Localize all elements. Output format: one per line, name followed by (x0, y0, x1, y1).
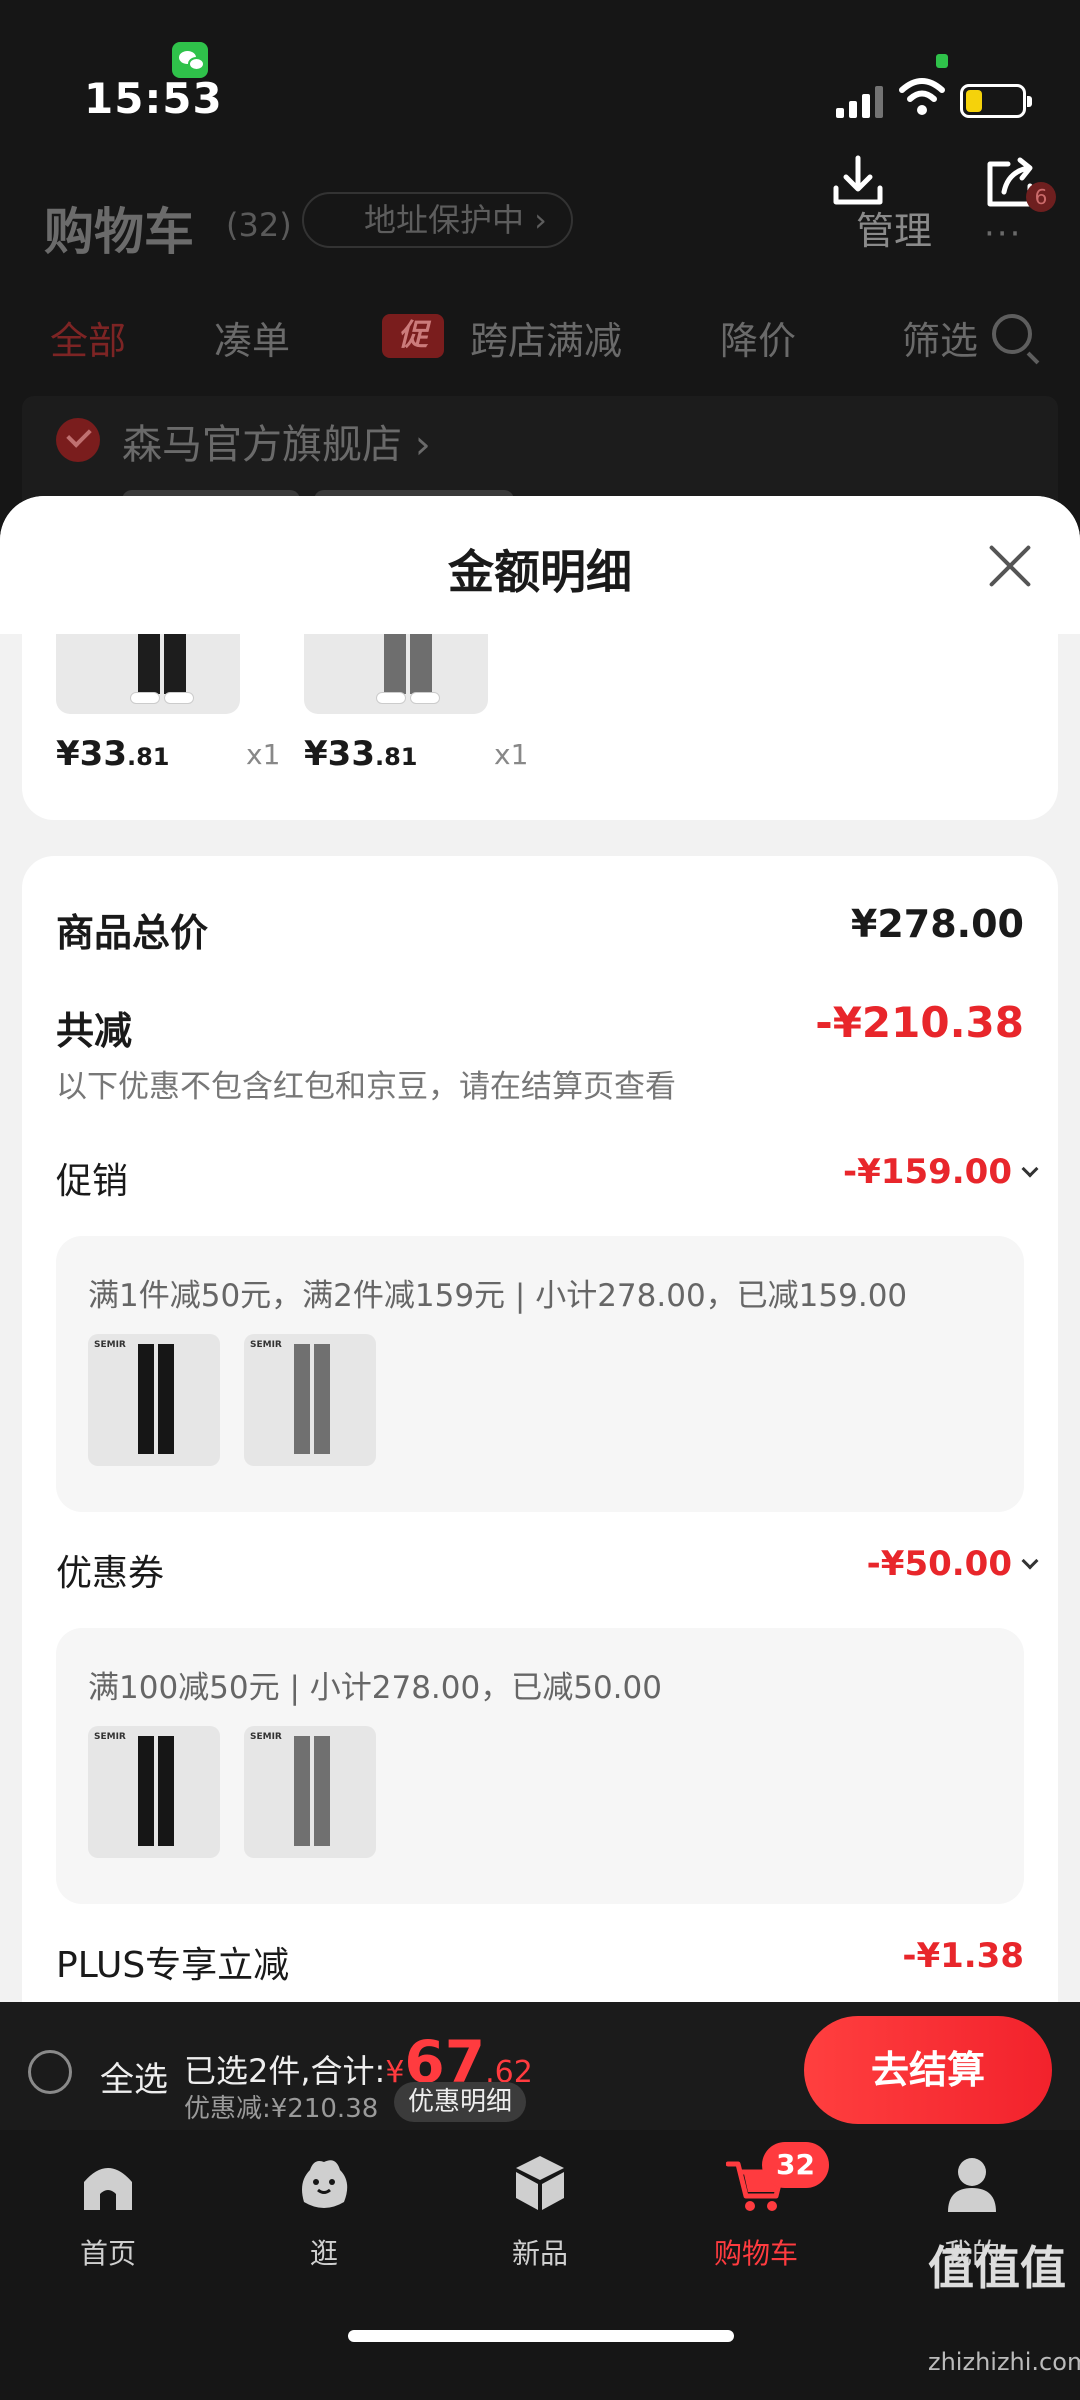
product-thumb: SEMIR (88, 1334, 220, 1466)
chevron-down-icon (1021, 1552, 1039, 1570)
coupon-detail-box: 满100减50元 | 小计278.00，已减50.00 SEMIR SEMIR (56, 1628, 1024, 1904)
coupon-label: 优惠券 (56, 1553, 165, 1594)
clock: 15:53 (84, 74, 223, 123)
product-list-card: ¥33.81 x1 ¥33.81 x1 (22, 634, 1058, 820)
product-image (304, 634, 488, 714)
total-price-value: ¥278.00 (850, 902, 1024, 946)
stroll-icon (302, 2160, 348, 2208)
total-reduction-label: 共减 (56, 1009, 133, 1053)
battery-icon (960, 84, 1032, 118)
product-thumb: SEMIR (244, 1334, 376, 1466)
tab-new[interactable]: 新品 (460, 2152, 620, 2272)
store-check-icon[interactable] (56, 418, 100, 462)
product-thumb: SEMIR (244, 1726, 376, 1858)
tab-price-drop[interactable]: 降价 (720, 310, 796, 365)
cart-count-badge: 32 (762, 2142, 829, 2188)
product-qty: x1 (246, 738, 281, 771)
promotion-value: -¥159.00 (843, 1152, 1012, 1192)
promotion-label: 促销 (56, 1161, 129, 1202)
search-icon[interactable] (992, 314, 1032, 354)
promotion-toggle[interactable]: -¥159.00 (843, 1152, 1039, 1192)
more-icon[interactable]: ··· (984, 214, 1022, 254)
checkout-button[interactable]: 去结算 (804, 2016, 1052, 2124)
more-badge: 6 (1026, 182, 1056, 212)
product-qty: x1 (494, 738, 529, 771)
watermark-url: zhizhizhi.com (928, 2348, 1080, 2376)
discount-summary: 优惠减:¥210.38 (184, 2094, 379, 2124)
select-all-label[interactable]: 全选 (100, 2052, 168, 2101)
tab-bundle[interactable]: 凑单 (214, 310, 290, 365)
product-price: ¥33.81 (56, 734, 170, 774)
wifi-icon (899, 78, 945, 115)
status-bar: 15:53 (0, 0, 1080, 150)
tab-all[interactable]: 全部 (50, 310, 126, 365)
profile-icon (948, 2158, 996, 2212)
cart-title: 购物车 (44, 203, 194, 261)
promo-tag: 促 (382, 314, 444, 358)
signal-icon (836, 86, 884, 118)
sheet-title: 金额明细 (448, 545, 632, 599)
total-price-label: 商品总价 (56, 911, 209, 955)
wechat-icon (172, 42, 208, 78)
tab-home[interactable]: 首页 (28, 2152, 188, 2272)
chevron-down-icon (1021, 1160, 1039, 1178)
tab-label: 购物车 (713, 2237, 798, 2270)
tab-stroll[interactable]: 逛 (244, 2152, 404, 2272)
tab-label: 逛 (309, 2237, 338, 2270)
home-icon (84, 2168, 132, 2210)
sheet-header: 金额明细 (0, 496, 1080, 634)
store-name[interactable]: 森马官方旗舰店 › (122, 412, 431, 470)
cart-filter-tabs: 全部 凑单 促 跨店满减 降价 筛选 (0, 310, 1080, 370)
plus-discount-label: PLUS专享立减 (56, 1945, 290, 1986)
promotion-desc: 满1件减50元，满2件减159元 | 小计278.00，已减159.00 (88, 1278, 908, 1314)
cube-icon (516, 2156, 564, 2210)
coupon-desc: 满100减50元 | 小计278.00，已减50.00 (88, 1670, 662, 1706)
tab-cross-store[interactable]: 跨店满减 (470, 310, 622, 365)
watermark-logo: 值值值 (928, 2241, 1066, 2295)
product-price: ¥33.81 (304, 734, 418, 774)
cart-count: (32) (226, 206, 292, 244)
tab-label: 新品 (511, 2237, 568, 2270)
coupon-value: -¥50.00 (866, 1544, 1012, 1584)
home-indicator[interactable] (348, 2330, 734, 2342)
select-all-checkbox[interactable] (28, 2050, 72, 2094)
privacy-indicator (936, 54, 948, 68)
price-breakdown-card: 商品总价 ¥278.00 共减 -¥210.38 以下优惠不包含红包和京豆，请在… (22, 856, 1058, 2002)
total-reduction-value: -¥210.38 (815, 998, 1024, 1047)
tab-label: 首页 (79, 2237, 136, 2270)
close-icon[interactable] (986, 542, 1034, 590)
checkout-bar: 全选 已选2件,合计:¥67.62 优惠减:¥210.38 优惠明细 去结算 (0, 2002, 1080, 2130)
reduction-hint: 以下优惠不包含红包和京豆，请在结算页查看 (56, 1069, 676, 1105)
discount-detail-button[interactable]: 优惠明细 (394, 2082, 527, 2122)
product-image (56, 634, 240, 714)
product-thumb: SEMIR (88, 1726, 220, 1858)
coupon-toggle[interactable]: -¥50.00 (866, 1544, 1039, 1584)
manage-button[interactable]: 管理 (856, 200, 932, 255)
tab-filter[interactable]: 筛选 (902, 310, 978, 365)
screen: 15:53 购物车 (32) 地址保护中 › 管理 ··· 6 全部 凑单 促 … (0, 0, 1080, 2400)
amount-detail-sheet: 金额明细 ¥33.81 x1 ¥33.81 x1 商品总价 ¥278.00 共减… (0, 496, 1080, 2002)
plus-discount-value: -¥1.38 (902, 1936, 1024, 1976)
address-protection-tag[interactable]: 地址保护中 › (302, 192, 573, 248)
bottom-tab-bar: 首页 逛 新品 购物车 32 我的 (0, 2130, 1080, 2400)
promotion-detail-box: 满1件减50元，满2件减159元 | 小计278.00，已减159.00 SEM… (56, 1236, 1024, 1512)
